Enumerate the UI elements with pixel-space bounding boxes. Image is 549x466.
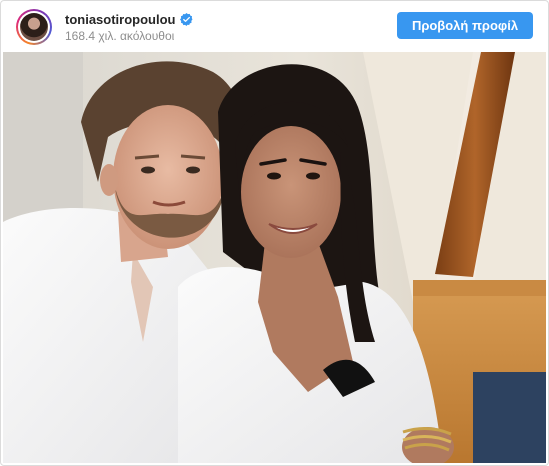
- profile-avatar[interactable]: [16, 9, 52, 45]
- instagram-embed-card: toniasotiropoulou 168.4 χιλ. ακόλουθοι Π…: [0, 0, 549, 466]
- follower-count: 168.4 χιλ. ακόλουθοι: [65, 29, 175, 43]
- view-profile-button[interactable]: Προβολή προφίλ: [397, 12, 533, 39]
- post-header: toniasotiropoulou 168.4 χιλ. ακόλουθοι Π…: [1, 1, 548, 51]
- avatar-image: [20, 13, 48, 41]
- username-link[interactable]: toniasotiropoulou: [65, 12, 175, 27]
- verified-badge-icon: [180, 12, 193, 26]
- post-photo[interactable]: [3, 52, 546, 463]
- username-row: toniasotiropoulou: [65, 11, 193, 27]
- photo-illustration: [3, 52, 546, 463]
- avatar-border: [18, 11, 50, 43]
